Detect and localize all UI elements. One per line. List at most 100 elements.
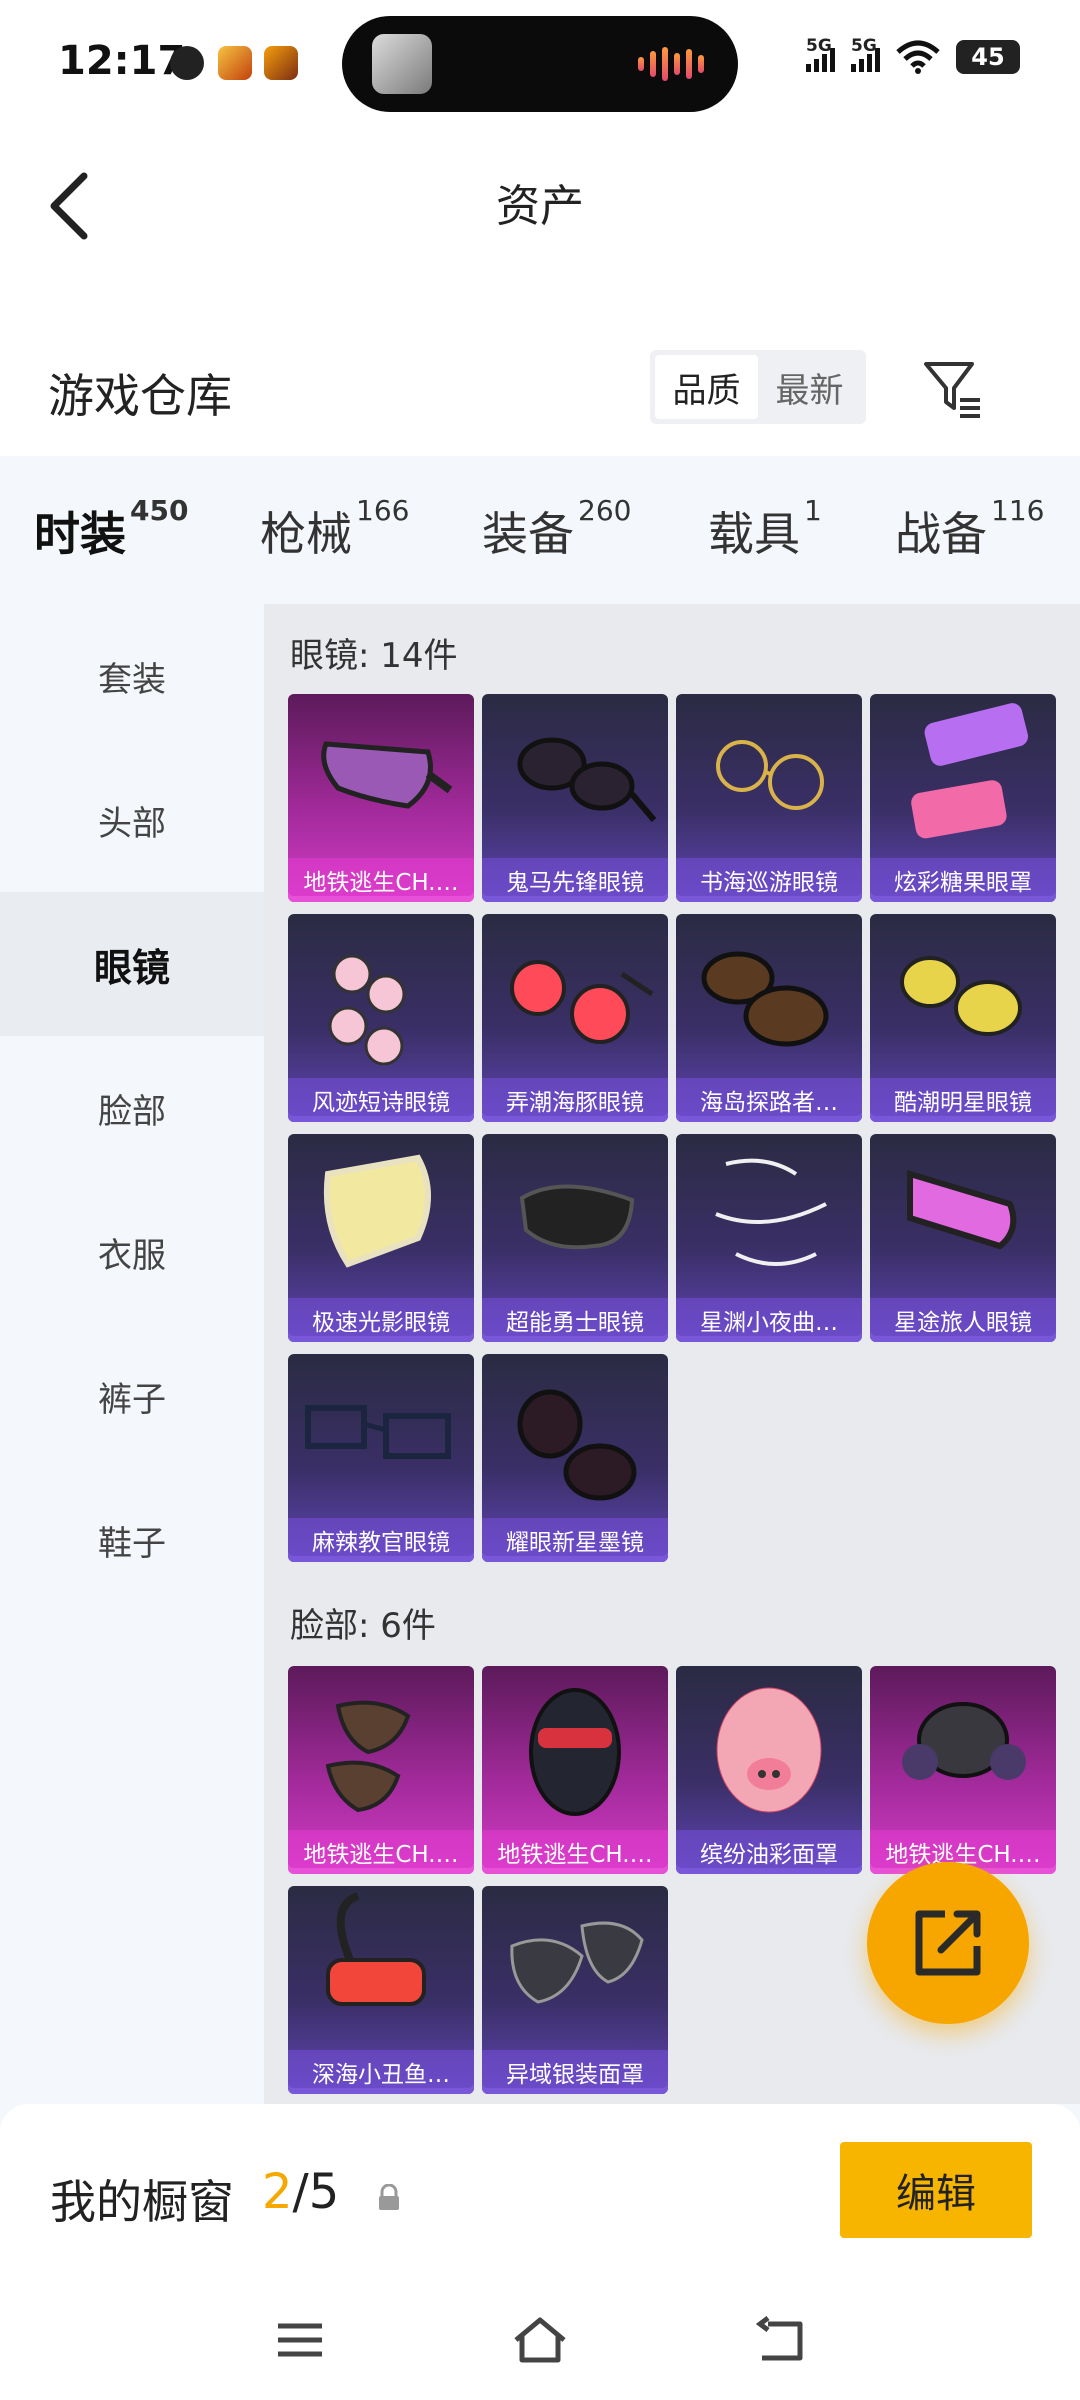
dark-sunglasses-icon (517, 1389, 637, 1501)
tab-label: 战备 (895, 507, 987, 561)
tab-count: 450 (130, 494, 189, 527)
sidebar-item-clothes[interactable]: 衣服 (0, 1180, 264, 1324)
sidebar-item-shoes[interactable]: 鞋子 (0, 1468, 264, 1612)
showcase-bar: 我的橱窗 2/5 编辑 (0, 2104, 1080, 2284)
lock-icon (379, 2184, 399, 2210)
black-shades-icon (519, 1184, 635, 1250)
square-glasses-icon (305, 1405, 451, 1459)
signal-icon-2: 5G (851, 36, 880, 72)
app-notification-icon (170, 46, 204, 80)
item-name: 地铁逃生CH.… (288, 858, 474, 902)
audio-wave-icon (638, 46, 704, 82)
item-name: 鬼马先锋眼镜 (482, 858, 668, 902)
item-card[interactable]: 地铁逃生CH.… (482, 1666, 668, 1874)
red-round-glasses-icon (510, 960, 654, 1044)
aviator-glasses-icon (900, 956, 1022, 1036)
silver-mask-icon (510, 1921, 644, 2004)
category-tabs: 时装 450 枪械 166 装备 260 载具 1 战备 116 (0, 456, 1080, 616)
item-card[interactable]: 超能勇士眼镜 (482, 1134, 668, 1342)
item-card[interactable]: 地铁逃生CH.… (870, 1666, 1056, 1874)
item-name: 深海小丑鱼… (288, 2050, 474, 2094)
item-card[interactable]: 缤纷油彩面罩 (676, 1666, 862, 1874)
warehouse-header: 游戏仓库 品质 最新 (0, 330, 1080, 456)
tab-count: 116 (991, 494, 1045, 527)
item-card[interactable]: 弄潮海豚眼镜 (482, 914, 668, 1122)
honeycomb-visor-icon (323, 1154, 431, 1268)
item-card[interactable]: 星渊小夜曲… (676, 1134, 862, 1342)
share-button[interactable] (867, 1862, 1029, 2024)
item-card[interactable]: 炫彩糖果眼罩 (870, 694, 1056, 902)
tab-firearms[interactable]: 枪械 166 (260, 494, 409, 564)
item-name: 耀眼新星墨镜 (482, 1518, 668, 1562)
page-title: 资产 (496, 181, 584, 232)
sort-latest-button[interactable]: 最新 (758, 355, 861, 419)
game-notification-icon-2 (264, 46, 298, 80)
battery-icon: 45 (956, 40, 1020, 74)
showcase-current: 2 (262, 2164, 293, 2220)
tab-vehicles[interactable]: 载具 1 (708, 494, 822, 564)
item-card[interactable]: 耀眼新星墨镜 (482, 1354, 668, 1562)
tab-label: 时装 (34, 507, 126, 561)
pig-mask-icon (716, 1687, 822, 1813)
tab-label: 枪械 (260, 507, 352, 561)
item-card[interactable]: 麻辣教官眼镜 (288, 1354, 474, 1562)
status-indicators: 5G 5G 45 (806, 36, 1020, 74)
item-card[interactable]: 鬼马先锋眼镜 (482, 694, 668, 902)
item-name: 缤纷油彩面罩 (676, 1830, 862, 1874)
item-name: 酷潮明星眼镜 (870, 1078, 1056, 1122)
chain-glasses-icon (715, 1158, 827, 1266)
status-time: 12:17 (58, 38, 186, 84)
home-icon[interactable] (510, 2314, 570, 2366)
item-name: 地铁逃生CH.… (288, 1830, 474, 1874)
item-card[interactable]: 海岛探路者… (676, 914, 862, 1122)
filter-icon[interactable] (920, 356, 986, 422)
tab-fashion[interactable]: 时装 450 (34, 494, 188, 616)
sort-quality-button[interactable]: 品质 (655, 355, 758, 419)
section-title: 脸部: 6件 (290, 1606, 436, 1646)
item-card[interactable]: 书海巡游眼镜 (676, 694, 862, 902)
item-card[interactable]: 异域银装面罩 (482, 1886, 668, 2094)
snorkel-mask-icon (326, 1892, 426, 2006)
candy-eyemask-icon (911, 703, 1029, 839)
back-nav-icon[interactable] (750, 2314, 810, 2366)
tab-count: 260 (578, 494, 632, 527)
sidebar-item-face[interactable]: 脸部 (0, 1036, 264, 1180)
brown-sunglasses-icon (701, 951, 829, 1047)
tab-supplies[interactable]: 战备 116 (895, 494, 1044, 564)
dynamic-island[interactable] (342, 16, 738, 112)
item-card[interactable]: 极速光影眼镜 (288, 1134, 474, 1342)
edit-button[interactable]: 编辑 (840, 2142, 1032, 2238)
top-app-bar: 资产 (0, 130, 1080, 330)
sidebar-item-head[interactable]: 头部 (0, 748, 264, 892)
gas-mask-icon (902, 1702, 1026, 1780)
goggles-icon (321, 741, 453, 809)
warehouse-title: 游戏仓库 (48, 369, 232, 423)
battery-level: 45 (971, 43, 1005, 71)
tab-label: 载具 (708, 507, 800, 561)
sidebar-item-suit[interactable]: 套装 (0, 604, 264, 748)
item-card[interactable]: 星途旅人眼镜 (870, 1134, 1056, 1342)
sidebar-item-pants[interactable]: 裤子 (0, 1324, 264, 1468)
sidebar-item-glasses[interactable]: 眼镜 (0, 892, 264, 1036)
item-name: 麻辣教官眼镜 (288, 1518, 474, 1562)
face-mask-icon (325, 1700, 411, 1813)
item-name: 地铁逃生CH.… (482, 1830, 668, 1874)
item-card[interactable]: 地铁逃生CH.… (288, 694, 474, 902)
item-card[interactable]: 风迹短诗眼镜 (288, 914, 474, 1122)
item-card[interactable]: 地铁逃生CH.… (288, 1666, 474, 1874)
item-name: 弄潮海豚眼镜 (482, 1078, 668, 1122)
sort-toggle: 品质 最新 (650, 350, 866, 424)
sidebar: 套装 头部 眼镜 脸部 衣服 裤子 鞋子 (0, 604, 264, 2104)
item-card[interactable]: 酷潮明星眼镜 (870, 914, 1056, 1122)
wifi-icon (896, 40, 940, 74)
item-name: 星途旅人眼镜 (870, 1298, 1056, 1342)
balaclava-icon (529, 1688, 621, 1816)
showcase-total: /5 (292, 2164, 340, 2220)
sunglasses-icon (517, 737, 657, 822)
tab-equipment[interactable]: 装备 260 (482, 494, 631, 564)
pink-round-glasses-icon (328, 954, 406, 1066)
item-card[interactable]: 深海小丑鱼… (288, 1886, 474, 2094)
showcase-label: 我的橱窗 (50, 2175, 234, 2229)
system-nav-bar (0, 2284, 1080, 2400)
menu-icon[interactable] (270, 2314, 330, 2366)
